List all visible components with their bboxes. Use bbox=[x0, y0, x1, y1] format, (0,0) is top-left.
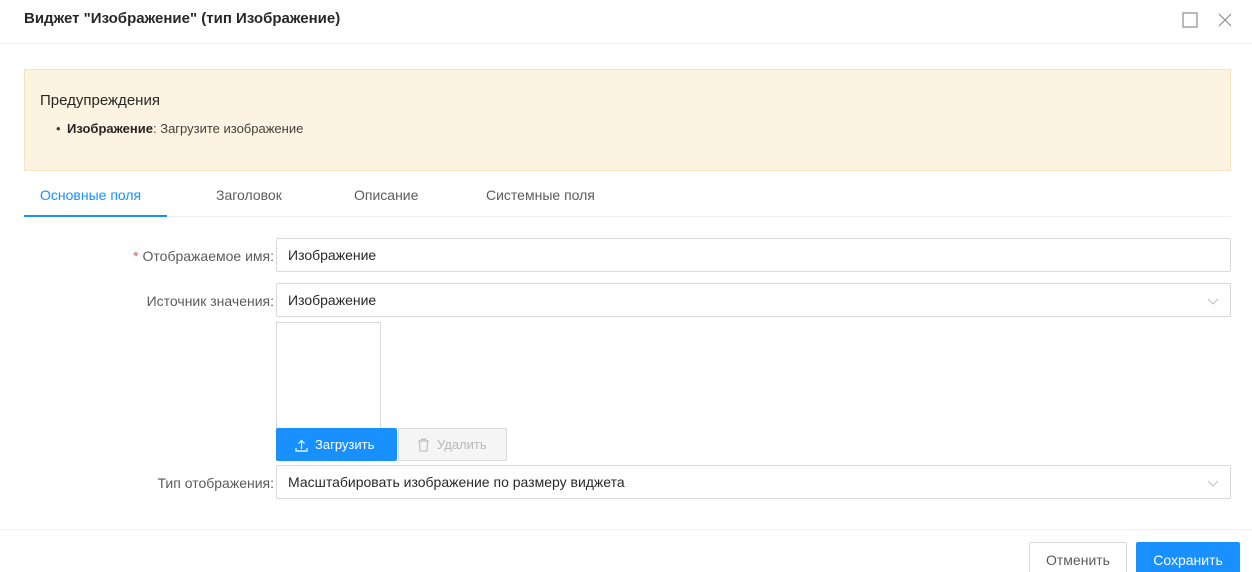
delete-label: Удалить bbox=[437, 437, 487, 452]
footer-divider bbox=[0, 529, 1252, 530]
trash-icon bbox=[418, 438, 429, 452]
save-label: Сохранить bbox=[1153, 552, 1223, 568]
chevron-down-icon bbox=[1207, 298, 1219, 305]
image-preview bbox=[276, 322, 381, 429]
delete-button[interactable]: Удалить bbox=[398, 428, 507, 461]
display-type-value: Масштабировать изображение по размеру ви… bbox=[288, 474, 625, 490]
active-tab-indicator bbox=[24, 215, 167, 217]
tabs-bar: Основные поля Заголовок Описание Системн… bbox=[24, 180, 1231, 217]
maximize-button[interactable] bbox=[1180, 10, 1200, 30]
warning-item: • Изображение: Загрузите изображение bbox=[56, 121, 304, 136]
upload-icon bbox=[295, 439, 308, 452]
bullet: • bbox=[56, 121, 61, 136]
modal-header: Виджет "Изображение" (тип Изображение) bbox=[0, 0, 1252, 44]
maximize-icon bbox=[1182, 12, 1198, 28]
close-button[interactable] bbox=[1215, 10, 1235, 30]
modal-title: Виджет "Изображение" (тип Изображение) bbox=[24, 10, 341, 27]
value-source-select[interactable]: Изображение bbox=[276, 283, 1231, 317]
warning-message: Загрузите изображение bbox=[156, 121, 304, 136]
tab-description[interactable]: Описание bbox=[354, 187, 418, 203]
chevron-down-icon bbox=[1207, 480, 1219, 487]
upload-button[interactable]: Загрузить bbox=[276, 428, 397, 461]
display-name-value: Изображение bbox=[288, 247, 377, 263]
display-name-label: * Отображаемое имя: bbox=[133, 248, 274, 264]
close-icon bbox=[1218, 13, 1232, 27]
display-type-select[interactable]: Масштабировать изображение по размеру ви… bbox=[276, 465, 1231, 499]
value-source-label: Источник значения: bbox=[146, 293, 274, 309]
value-source-value: Изображение bbox=[288, 292, 377, 308]
warning-field: Изображение bbox=[67, 121, 153, 136]
display-type-label: Тип отображения: bbox=[157, 475, 274, 491]
warning-alert: Предупреждения • Изображение: Загрузите … bbox=[24, 69, 1231, 171]
required-mark: * bbox=[133, 248, 139, 264]
warning-title: Предупреждения bbox=[40, 92, 160, 109]
upload-label: Загрузить bbox=[315, 437, 375, 452]
tab-system-fields[interactable]: Системные поля bbox=[486, 187, 595, 203]
display-name-input[interactable]: Изображение bbox=[276, 238, 1231, 272]
save-button[interactable]: Сохранить bbox=[1136, 542, 1240, 572]
tab-main-fields[interactable]: Основные поля bbox=[40, 187, 141, 203]
cancel-label: Отменить bbox=[1046, 552, 1110, 568]
cancel-button[interactable]: Отменить bbox=[1029, 542, 1127, 572]
tab-title[interactable]: Заголовок bbox=[216, 187, 282, 203]
